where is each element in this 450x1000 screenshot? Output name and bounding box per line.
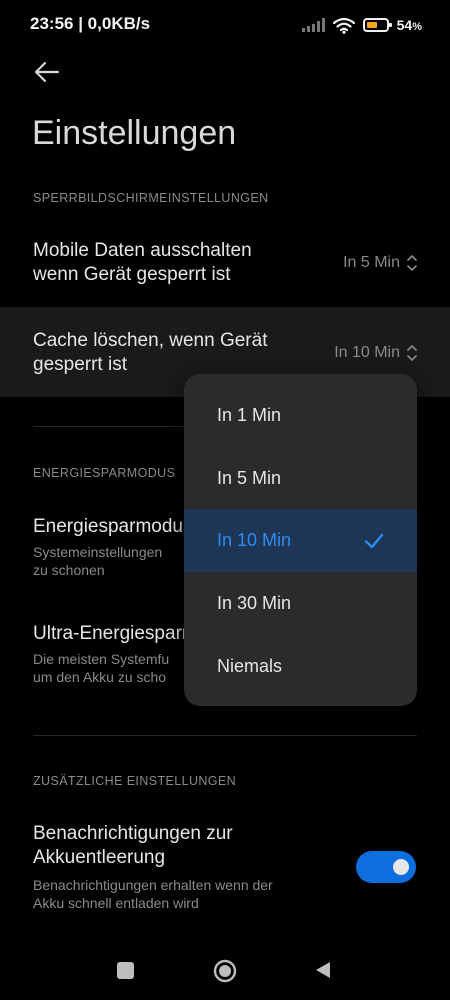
setting-row-drain-notifications[interactable]: Benachrichtigungen zur Akkuentleerung Be… [0, 812, 450, 922]
dropdown-option[interactable]: In 30 Min [184, 572, 417, 635]
dropdown-option-selected[interactable]: In 10 Min [184, 509, 417, 572]
wifi-icon [332, 17, 355, 34]
setting-row-mobile-data[interactable]: Mobile Daten ausschalten wenn Gerät gesp… [0, 226, 450, 302]
toggle-knob [393, 859, 409, 875]
setting-value-text: In 5 Min [343, 254, 400, 271]
setting-value: In 10 Min [334, 343, 418, 363]
chevron-up-down-icon [407, 345, 417, 361]
dropdown-option-label: In 5 Min [217, 468, 282, 488]
status-icons: 54% [301, 14, 422, 36]
setting-sub-line2: zu schonen [33, 562, 105, 578]
battery-icon [362, 18, 392, 32]
setting-value-text: In 10 Min [334, 344, 400, 361]
status-time-speed: 23:56 | 0,0KB/s [30, 14, 151, 33]
dropdown-option[interactable]: In 1 Min [184, 384, 417, 447]
setting-sub-line1: Benachrichtigungen erhalten wenn der [33, 877, 273, 893]
setting-title-line2: Akkuentleerung [33, 847, 166, 868]
battery-percent: 54 [396, 17, 413, 33]
section-label-extra: ZUSÄTZLICHE EINSTELLUNGEN [33, 774, 237, 788]
chevron-up-down-icon [407, 255, 417, 271]
dropdown-option[interactable]: In 5 Min [184, 447, 417, 510]
section-label-energy: ENERGIESPARMODUS [33, 466, 176, 480]
system-nav-bar [0, 940, 450, 1000]
setting-sub-line1: Systemeinstellungen [33, 544, 163, 560]
setting-label-line1: Cache löschen, wenn Gerät [33, 330, 268, 351]
dropdown-option-label: Niemals [217, 656, 283, 676]
page-title: Einstellungen [32, 114, 237, 152]
signal-icon [301, 18, 325, 32]
dropdown-option-label: In 1 Min [217, 405, 282, 425]
setting-sub-line2: um den Akku zu scho [33, 669, 167, 685]
setting-title-line1: Benachrichtigungen zur [33, 823, 233, 844]
back-triangle-icon[interactable] [313, 960, 333, 980]
arrow-left-icon[interactable] [30, 55, 64, 89]
setting-sub-line1: Die meisten Systemfu [33, 651, 170, 667]
setting-label-line1: Mobile Daten ausschalten [33, 240, 252, 261]
setting-label-line2: wenn Gerät gesperrt ist [33, 264, 231, 285]
interval-dropdown-menu: In 1 Min In 5 Min In 10 Min In 30 Min Ni… [184, 374, 417, 706]
battery-percent-sign: % [412, 21, 422, 33]
divider [33, 735, 417, 736]
drain-notifications-toggle[interactable] [356, 851, 416, 883]
dropdown-option-label: In 30 Min [217, 593, 292, 613]
dropdown-option-label: In 10 Min [217, 530, 292, 550]
recents-square-icon[interactable] [117, 962, 134, 979]
setting-sub-line2: Akku schnell entladen wird [33, 895, 199, 911]
checkmark-icon [364, 533, 384, 549]
setting-title: Energiesparmodus [33, 516, 193, 537]
home-circle-icon[interactable] [213, 959, 237, 983]
section-label-lockscreen: SPERRBILDSCHIRMEINSTELLUNGEN [33, 191, 269, 205]
dropdown-option[interactable]: Niemals [184, 635, 417, 698]
status-bar: 23:56 | 0,0KB/s 54% [0, 0, 450, 50]
setting-value: In 5 Min [343, 253, 418, 273]
settings-screen: 23:56 | 0,0KB/s 54% Einstellungen SPERRB… [0, 0, 450, 1000]
